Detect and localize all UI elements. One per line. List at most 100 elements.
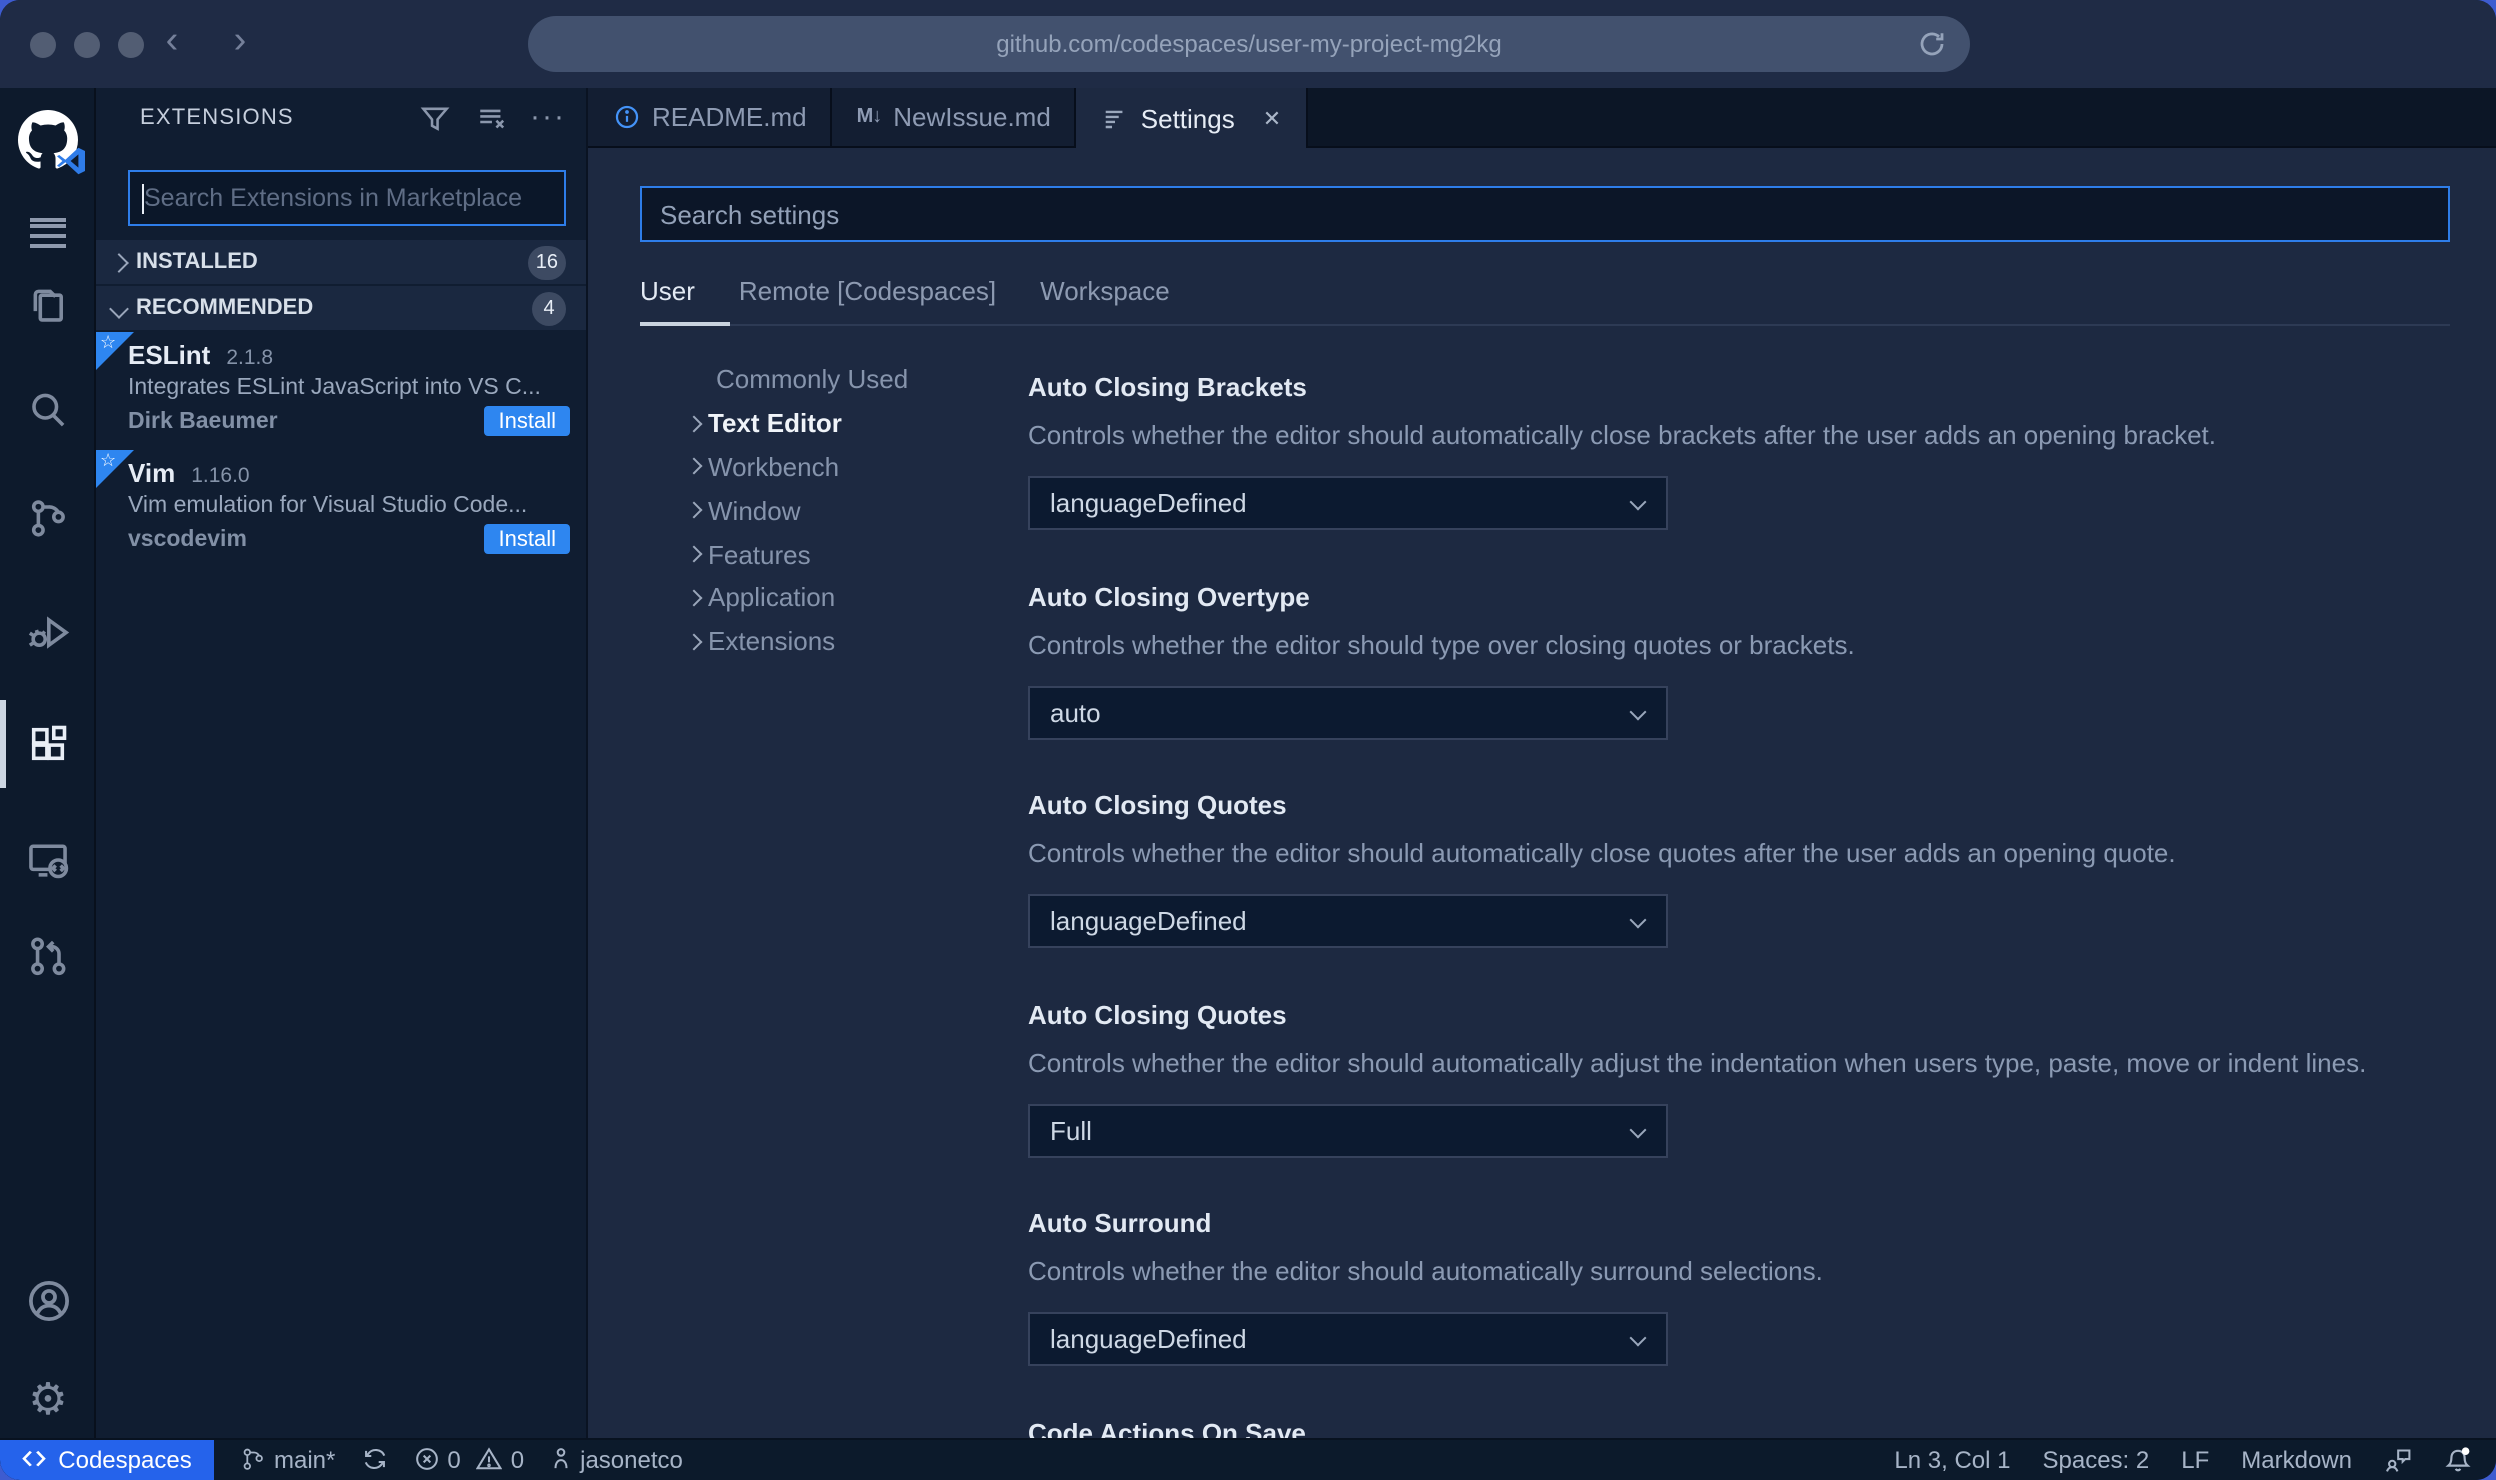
toc-application[interactable]: Application [685, 576, 908, 620]
tab-newissue[interactable]: M↓ NewIssue.md [832, 88, 1077, 146]
setting-code-actions-on-save: Code Actions On Save [1028, 1417, 2456, 1437]
extensions-icon[interactable] [0, 706, 96, 782]
problems-indicator[interactable]: 0 0 [413, 1446, 524, 1474]
extension-version: 2.1.8 [226, 346, 274, 370]
scope-user[interactable]: User [640, 276, 695, 322]
settings-gear-icon[interactable]: ⚙ [0, 1362, 96, 1438]
toc-commonly-used[interactable]: Commonly Used [688, 358, 908, 402]
indentation-indicator[interactable]: Spaces: 2 [2043, 1446, 2150, 1474]
tab-label: Settings [1140, 104, 1235, 134]
source-control-icon[interactable] [0, 480, 96, 556]
sidebar-title: EXTENSIONS [140, 106, 294, 130]
codespaces-remote-button[interactable]: Codespaces [0, 1439, 214, 1480]
bell-icon [2445, 1446, 2471, 1471]
settings-list-icon [1101, 105, 1129, 133]
setting-auto-closing-quotes: Auto Closing Quotes Controls whether the… [1028, 790, 2456, 948]
setting-dropdown[interactable]: languageDefined [1028, 894, 1668, 948]
toc-workbench[interactable]: Workbench [685, 445, 908, 489]
account-icon[interactable] [0, 1262, 96, 1338]
setting-description: Controls whether the editor should autom… [1028, 1256, 1823, 1286]
section-recommended[interactable]: RECOMMENDED 4 [96, 286, 586, 330]
tab-label: NewIssue.md [893, 102, 1051, 132]
more-actions-icon[interactable]: ··· [530, 102, 566, 132]
cursor-position[interactable]: Ln 3, Col 1 [1894, 1446, 2010, 1474]
notifications-button[interactable] [2444, 1446, 2472, 1474]
text-caret [142, 184, 145, 214]
extensions-search-input[interactable] [130, 184, 564, 212]
tab-settings[interactable]: Settings ✕ [1076, 88, 1308, 150]
section-label: RECOMMENDED [136, 296, 314, 320]
installed-count-badge: 16 [527, 245, 566, 279]
screen: ‹ › github.com/codespaces/user-my-projec… [0, 0, 2496, 1480]
github-pull-requests-icon[interactable] [0, 918, 96, 994]
username: jasonetco [580, 1445, 683, 1474]
search-icon[interactable] [0, 372, 96, 448]
setting-title: Auto Closing Quotes [1028, 999, 1287, 1029]
extension-item-eslint[interactable]: ☆ ESLint 2.1.8 Integrates ESLint JavaScr… [96, 332, 586, 450]
language-mode[interactable]: Markdown [2241, 1446, 2352, 1474]
setting-dropdown[interactable]: languageDefined [1028, 1312, 1668, 1366]
browser-window: ‹ › github.com/codespaces/user-my-projec… [0, 0, 2496, 1480]
scope-remote[interactable]: Remote [Codespaces] [739, 276, 996, 322]
address-bar[interactable]: github.com/codespaces/user-my-project-mg… [528, 16, 1970, 72]
setting-description: Controls whether the editor should autom… [1028, 420, 2217, 450]
status-bar: Codespaces main* 0 0 jasonetco Ln 3, Col… [0, 1437, 2496, 1480]
install-button[interactable]: Install [484, 524, 570, 554]
warning-count: 0 [510, 1445, 525, 1474]
setting-dropdown[interactable]: Full [1028, 1103, 1668, 1157]
setting-auto-closing-brackets: Auto Closing Brackets Controls whether t… [1028, 372, 2456, 530]
remote-explorer-icon[interactable] [0, 822, 96, 898]
star-icon: ☆ [100, 332, 117, 352]
back-icon[interactable]: ‹ [148, 20, 196, 68]
user-indicator[interactable]: jasonetco [550, 1446, 683, 1474]
sync-button[interactable] [361, 1447, 387, 1473]
tab-readme[interactable]: README.md [588, 88, 833, 146]
chevron-right-icon [685, 502, 703, 520]
toc-window[interactable]: Window [685, 489, 908, 533]
feedback-button[interactable] [2384, 1446, 2412, 1474]
reload-icon[interactable] [1916, 28, 1948, 60]
close-window-button[interactable] [30, 32, 56, 58]
eol-indicator[interactable]: LF [2181, 1446, 2209, 1474]
window-controls [30, 32, 144, 58]
section-installed[interactable]: INSTALLED 16 [96, 240, 586, 284]
filter-icon[interactable] [414, 98, 454, 138]
branch-name: main* [274, 1445, 336, 1474]
toc-extensions[interactable]: Extensions [685, 620, 908, 664]
menu-icon[interactable] [0, 182, 96, 258]
setting-dropdown[interactable]: languageDefined [1028, 476, 1668, 530]
setting-description: Controls whether the editor should autom… [1028, 838, 2176, 868]
minimize-window-button[interactable] [74, 32, 100, 58]
markdown-icon: M↓ [856, 106, 883, 128]
clear-search-results-icon[interactable] [472, 98, 512, 138]
errors-icon [415, 1448, 438, 1471]
recommended-count-badge: 4 [532, 291, 566, 325]
setting-dropdown[interactable]: auto [1028, 685, 1668, 739]
toc-text-editor[interactable]: Text Editor [685, 402, 908, 446]
install-button[interactable]: Install [484, 406, 570, 436]
explorer-icon[interactable] [0, 266, 96, 342]
tab-bar: README.md M↓ NewIssue.md Settings ✕ [588, 88, 2496, 150]
extension-version: 1.16.0 [191, 464, 250, 488]
chevron-down-icon [1629, 493, 1647, 511]
toc-features[interactable]: Features [685, 532, 908, 576]
branch-indicator[interactable]: main* [240, 1446, 335, 1474]
info-icon [612, 103, 640, 131]
activity-bar: ⚙ [0, 88, 96, 1437]
extensions-sidebar: EXTENSIONS ··· INSTALLED [96, 88, 588, 1437]
extension-description: Vim emulation for Visual Studio Code... [128, 494, 528, 518]
setting-description: Controls whether the editor should type … [1028, 629, 1855, 659]
settings-editor: User Remote [Codespaces] Workspace Commo… [588, 148, 2496, 1437]
forward-icon[interactable]: › [216, 20, 264, 68]
extensions-search-box[interactable] [128, 170, 566, 226]
maximize-window-button[interactable] [118, 32, 144, 58]
codespaces-label: Codespaces [58, 1445, 192, 1474]
run-and-debug-icon[interactable] [0, 594, 96, 670]
extension-item-vim[interactable]: ☆ Vim 1.16.0 Vim emulation for Visual St… [96, 450, 586, 568]
chevron-right-icon [685, 414, 703, 432]
chevron-down-icon [109, 298, 129, 318]
close-icon[interactable]: ✕ [1263, 106, 1281, 132]
chevron-down-icon [1629, 702, 1647, 720]
setting-auto-surround: Auto Surround Controls whether the edito… [1028, 1208, 2456, 1366]
url-text: github.com/codespaces/user-my-project-mg… [996, 30, 1502, 58]
